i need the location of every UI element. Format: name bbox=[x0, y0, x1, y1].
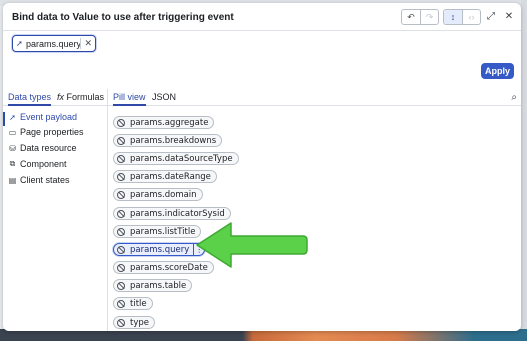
close-icon[interactable]: ✕ bbox=[503, 11, 515, 23]
list-item[interactable]: params.dataSourceType bbox=[113, 152, 239, 165]
active-indicator bbox=[3, 112, 5, 126]
pill-label: title bbox=[130, 298, 147, 309]
list-item[interactable]: params.table bbox=[113, 279, 193, 292]
pill-label: params.breakdowns bbox=[130, 135, 217, 146]
sort-icon[interactable]: ↕ bbox=[444, 10, 462, 24]
pill-label: params.listTitle bbox=[130, 226, 196, 237]
list-item[interactable]: title bbox=[113, 297, 153, 310]
redo-icon[interactable]: ↷ bbox=[420, 10, 438, 24]
view-button-group: ↕ ‹› bbox=[443, 9, 481, 25]
pill-label: params.indicatorSysid bbox=[130, 208, 225, 219]
list-item[interactable]: params.dateRange bbox=[113, 170, 217, 183]
tab-pill-view[interactable]: Pill view bbox=[113, 92, 146, 106]
list-item[interactable]: params.domain bbox=[113, 188, 203, 201]
sidebar-item-data-resource[interactable]: ⛁ Data resource bbox=[8, 141, 77, 155]
sidebar-item-label: Data resource bbox=[20, 143, 77, 153]
remove-binding-icon[interactable]: ✕ bbox=[84, 38, 92, 49]
no-value-icon bbox=[117, 154, 125, 163]
cursor-icon: ➚ bbox=[16, 39, 23, 48]
background-app-edge bbox=[521, 0, 527, 341]
tab-data-types[interactable]: Data types bbox=[8, 92, 52, 106]
pill-label: params.dataSourceType bbox=[130, 153, 233, 164]
list-item[interactable]: params.listTitle bbox=[113, 225, 202, 238]
tabs-row: Data types fx Formulas Pill view JSON ⌕ bbox=[3, 89, 521, 106]
no-value-icon bbox=[117, 318, 125, 327]
database-icon: ⛁ bbox=[9, 143, 16, 153]
no-value-icon bbox=[117, 190, 125, 199]
dialog-title: Bind data to Value to use after triggeri… bbox=[12, 12, 234, 23]
no-value-icon bbox=[117, 227, 125, 236]
pill-label: params.domain bbox=[130, 189, 197, 200]
bound-value-label: params.query bbox=[26, 38, 82, 49]
sidebar-item-page-properties[interactable]: ▭ Page properties bbox=[8, 125, 84, 139]
no-value-icon bbox=[117, 118, 125, 127]
sidebar-item-label: Page properties bbox=[20, 127, 84, 137]
panel-divider bbox=[107, 89, 108, 331]
dialog-header: Bind data to Value to use after triggeri… bbox=[3, 3, 521, 31]
expand-icon[interactable]: ⤢ bbox=[485, 11, 497, 23]
code-icon[interactable]: ‹› bbox=[462, 10, 480, 24]
no-value-icon bbox=[117, 263, 125, 272]
no-value-icon bbox=[117, 209, 125, 218]
pill-label: params.aggregate bbox=[130, 117, 209, 128]
list-item[interactable]: type bbox=[113, 316, 155, 329]
green-arrow-annotation bbox=[196, 222, 308, 268]
tab-formulas[interactable]: fx Formulas bbox=[57, 92, 104, 106]
tab-json[interactable]: JSON bbox=[152, 92, 176, 106]
apply-button[interactable]: Apply bbox=[481, 63, 514, 79]
client-state-icon: ▤ bbox=[8, 175, 17, 185]
pill-label: params.dateRange bbox=[130, 171, 211, 182]
tab-formulas-label: Formulas bbox=[66, 92, 105, 102]
no-value-icon bbox=[117, 299, 125, 308]
pill-divider bbox=[80, 38, 81, 49]
no-value-icon bbox=[117, 172, 125, 181]
pill-label: params.table bbox=[130, 280, 187, 291]
pill-label: type bbox=[130, 317, 149, 328]
formula-icon: fx bbox=[57, 92, 65, 102]
sidebar-item-label: Component bbox=[20, 159, 67, 169]
cursor-icon: ➚ bbox=[9, 112, 16, 122]
sidebar-item-event-payload[interactable]: ➚ Event payload bbox=[8, 110, 77, 124]
undo-icon[interactable]: ↶ bbox=[402, 10, 420, 24]
sidebar-item-client-states[interactable]: ▤ Client states bbox=[8, 173, 70, 187]
sidebar-item-label: Client states bbox=[20, 175, 70, 185]
sidebar-item-component[interactable]: ⧉ Component bbox=[8, 157, 67, 171]
page-icon: ▭ bbox=[8, 127, 17, 137]
list-item[interactable]: params.breakdowns bbox=[113, 134, 223, 147]
no-value-icon bbox=[117, 245, 125, 254]
pill-label: params.query bbox=[130, 244, 190, 255]
search-icon[interactable]: ⌕ bbox=[511, 92, 517, 103]
sidebar-item-label: Event payload bbox=[20, 112, 78, 122]
bound-value-pill[interactable]: ➚ params.query ✕ bbox=[12, 35, 96, 52]
selected-list-item[interactable]: params.query ⋮ bbox=[113, 243, 206, 256]
bind-data-dialog: Bind data to Value to use after triggeri… bbox=[3, 3, 521, 331]
history-button-group: ↶ ↷ bbox=[401, 9, 439, 25]
component-icon: ⧉ bbox=[9, 159, 16, 168]
no-value-icon bbox=[117, 136, 125, 145]
no-value-icon bbox=[117, 281, 125, 290]
list-item[interactable]: params.aggregate bbox=[113, 116, 215, 129]
